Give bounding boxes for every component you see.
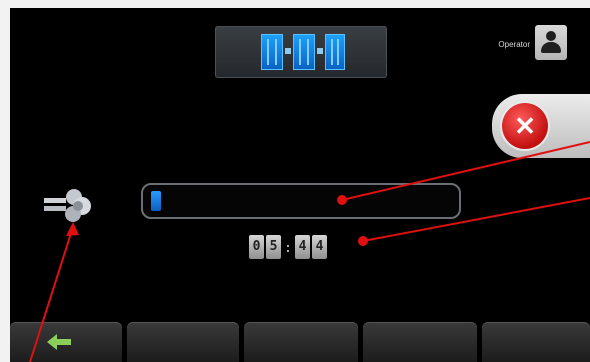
annotation-dot bbox=[358, 236, 368, 246]
screen: Operator ✕ 0 5 : 4 4 bbox=[0, 0, 590, 362]
close-icon: ✕ bbox=[514, 111, 536, 141]
user-icon-body bbox=[541, 42, 561, 53]
status-panel bbox=[215, 26, 387, 78]
frame-top bbox=[0, 0, 590, 8]
mode-block-3 bbox=[325, 34, 345, 70]
fan-icon bbox=[44, 189, 91, 222]
timer-separator: : bbox=[285, 239, 291, 255]
nav-button-4[interactable] bbox=[363, 322, 477, 362]
bottom-nav bbox=[10, 322, 590, 362]
mode-block-2 bbox=[293, 34, 315, 70]
progress-fill bbox=[151, 191, 161, 211]
user-icon[interactable] bbox=[535, 25, 567, 60]
mode-separator bbox=[317, 48, 323, 54]
left-arrow-icon bbox=[47, 334, 71, 350]
progress-bar bbox=[141, 183, 461, 219]
timer-digit: 5 bbox=[266, 235, 281, 259]
operator-label: Operator bbox=[498, 40, 530, 49]
timer-digit: 4 bbox=[295, 235, 310, 259]
nav-button-2[interactable] bbox=[127, 322, 239, 362]
back-button[interactable] bbox=[10, 322, 122, 362]
nav-button-5[interactable] bbox=[482, 322, 590, 362]
frame-left bbox=[0, 0, 10, 362]
user-icon-head bbox=[546, 31, 556, 41]
close-button[interactable]: ✕ bbox=[502, 103, 548, 149]
nav-button-3[interactable] bbox=[244, 322, 358, 362]
timer-digit: 0 bbox=[249, 235, 264, 259]
timer-digit: 4 bbox=[312, 235, 327, 259]
mode-block-1 bbox=[261, 34, 283, 70]
timer-display: 0 5 : 4 4 bbox=[249, 234, 329, 260]
mode-separator bbox=[285, 48, 291, 54]
